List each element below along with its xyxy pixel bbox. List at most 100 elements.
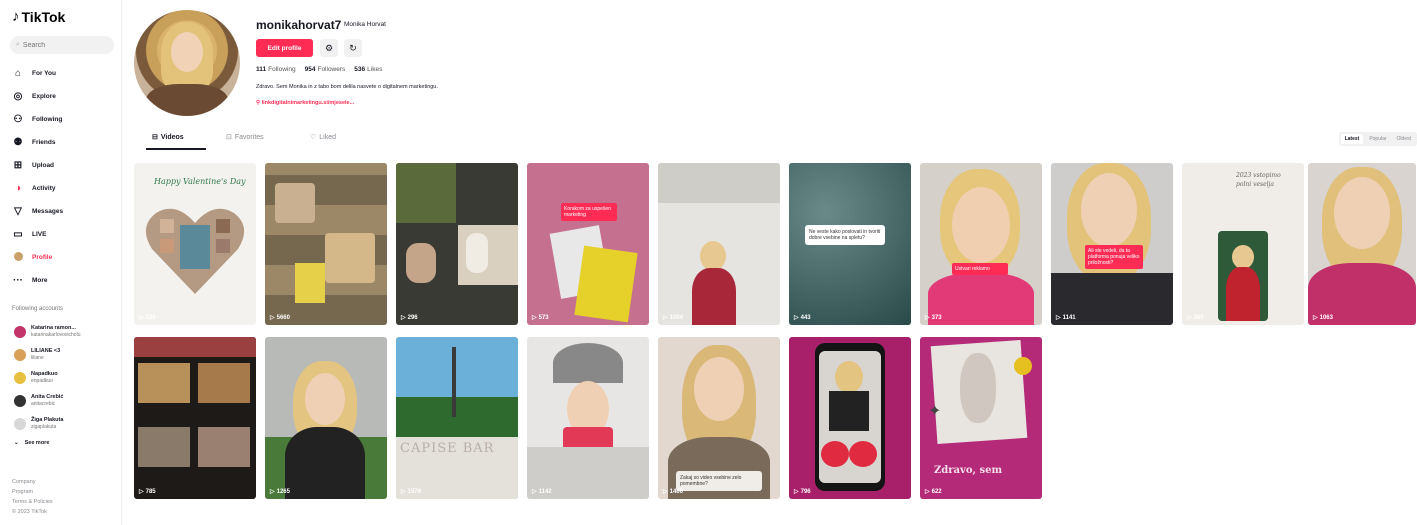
star-icon: ✦ xyxy=(928,403,942,420)
search-box[interactable]: ⌕ xyxy=(10,36,114,54)
footer-link-company[interactable]: Company xyxy=(12,477,53,487)
video-thumbnail[interactable]: Happy Valentine's Day ▷ 529 xyxy=(134,163,256,325)
nav-item-friends[interactable]: ⚉ Friends xyxy=(12,131,116,154)
profile-avatar xyxy=(134,10,240,116)
nav-item-upload[interactable]: ⊞ Upload xyxy=(12,154,116,177)
video-thumbnail[interactable]: ▷ 1265 xyxy=(265,337,387,499)
view-count: ▷ 1141 xyxy=(1056,314,1076,322)
nav-label: Activity xyxy=(32,185,56,192)
sidebar: ♪ TikTok ⌕ ⌂ For You ◎ Explore ⚇ Following … xyxy=(0,0,122,525)
account-handle: liliane xyxy=(31,354,44,361)
search-icon: ⌕ xyxy=(16,41,20,48)
following-icon: ⚇ xyxy=(13,114,23,125)
see-more-button[interactable]: ⌄ See more xyxy=(14,435,118,451)
heart-outline-icon: ♡ xyxy=(310,134,317,141)
video-thumbnail[interactable]: Ali ste vedeli, da ta platforma ponuja v… xyxy=(1051,163,1173,325)
view-count: ▷ 1579 xyxy=(401,488,421,496)
tab-videos[interactable]: ⊟ Videos xyxy=(152,133,184,142)
video-thumbnail[interactable]: ▷ 1063 xyxy=(1308,163,1416,325)
profile-link[interactable]: ⚲ linkdigitalnimarketingu.si/mjesele... xyxy=(256,100,354,106)
tab-favorites[interactable]: ⊡ Favorites xyxy=(226,133,264,142)
video-thumbnail[interactable]: ▷ 296 xyxy=(396,163,518,325)
following-account[interactable]: Anita Crebić anitacrebic xyxy=(14,389,118,412)
following-stat[interactable]: 111 Following xyxy=(256,66,296,73)
account-name: Anita Crebić xyxy=(31,393,64,400)
nav-label: Following xyxy=(32,116,63,123)
tiktok-logo[interactable]: ♪ TikTok xyxy=(12,8,65,25)
view-count: ▷ 5660 xyxy=(270,314,290,322)
account-name: Katarina ramon... xyxy=(31,324,76,331)
nav-label: Friends xyxy=(32,139,56,146)
tab-liked[interactable]: ♡ Liked xyxy=(310,133,337,142)
avatar xyxy=(14,394,26,407)
nav-item-live[interactable]: ▭ LIVE xyxy=(12,223,116,246)
home-icon: ⌂ xyxy=(14,68,22,79)
nav-item-activity[interactable]: ◑ Activity xyxy=(12,177,116,200)
video-thumbnail[interactable]: Ne veste kako poslovati in tvoriti dobre… xyxy=(789,163,911,325)
nav-item-explore[interactable]: ◎ Explore xyxy=(12,85,116,108)
logo-text: TikTok xyxy=(21,8,66,25)
share-icon[interactable]: ↻ xyxy=(344,39,362,57)
sort-latest[interactable]: Latest xyxy=(1340,134,1364,144)
avatar xyxy=(14,348,26,361)
video-thumbnail[interactable]: ▷ 785 xyxy=(134,337,256,499)
see-more-label: See more xyxy=(24,440,50,446)
following-account[interactable]: Napadkuo enpadkuo xyxy=(14,366,118,389)
following-accounts-list: Katarina ramon... katarinakarlovovicholu … xyxy=(14,320,118,451)
active-tab-indicator xyxy=(146,148,206,150)
play-icon: ▷ xyxy=(139,489,144,495)
followers-stat[interactable]: 954 Followers xyxy=(305,66,346,73)
nav-label: Explore xyxy=(32,93,56,100)
view-count: ▷ 373 xyxy=(925,314,942,322)
nav-label: More xyxy=(32,277,48,284)
video-thumbnail[interactable]: ▷ 1094 xyxy=(658,163,780,325)
nav-item-messages[interactable]: ▽ Messages xyxy=(12,200,116,223)
play-icon: ▷ xyxy=(532,315,537,321)
view-count: ▷ 1265 xyxy=(270,488,290,496)
nav-label: For You xyxy=(32,70,56,77)
play-icon: ▷ xyxy=(925,315,930,321)
nav-item-for-you[interactable]: ⌂ For You xyxy=(12,62,116,85)
video-thumbnail[interactable]: ▷ 5660 xyxy=(265,163,387,325)
nav-item-profile[interactable]: Profile xyxy=(12,246,116,269)
video-thumbnail[interactable]: ✦ Zdravo, sem ▷ 622 xyxy=(920,337,1042,499)
footer-link-program[interactable]: Program xyxy=(12,487,53,497)
sort-popular[interactable]: Popular xyxy=(1365,134,1390,144)
tab-label: Liked xyxy=(319,133,337,141)
video-thumbnail[interactable]: ▷ 796 xyxy=(789,337,911,499)
play-icon: ▷ xyxy=(663,315,668,321)
view-count: ▷ 443 xyxy=(794,314,811,322)
profile-tabs: ⊟ Videos ⊡ Favorites ♡ Liked Latest Popular… xyxy=(134,130,1417,150)
video-thumbnail[interactable]: 2023 vstopimo polni veselja ▷ 365 xyxy=(1182,163,1304,325)
grid-icon: ⊟ xyxy=(152,134,158,141)
likes-stat: 536 Likes xyxy=(354,66,383,73)
nav-item-more[interactable]: ··· More xyxy=(12,269,116,292)
video-thumbnail[interactable]: Korakom za uspešen marketing ▷ 573 xyxy=(527,163,649,325)
settings-icon[interactable]: ⚙ xyxy=(320,39,338,57)
view-count: ▷ 622 xyxy=(925,488,942,496)
video-caption: Korakom za uspešen marketing xyxy=(561,203,617,221)
messages-icon: ▽ xyxy=(14,206,22,217)
tab-label: Favorites xyxy=(234,133,264,141)
account-handle: katarinakarlovovicholu xyxy=(31,331,81,338)
play-icon: ▷ xyxy=(925,489,930,495)
video-thumbnail[interactable]: CAPISE BAR ▷ 1579 xyxy=(396,337,518,499)
video-thumbnail[interactable]: Ustvari reklamo ▷ 373 xyxy=(920,163,1042,325)
sort-oldest[interactable]: Oldest xyxy=(1393,134,1415,144)
video-thumbnail[interactable]: Zakaj so video vsebine zelo pomembne? ▷ 1… xyxy=(658,337,780,499)
nav-item-following[interactable]: ⚇ Following xyxy=(12,108,116,131)
play-icon: ▷ xyxy=(794,489,799,495)
following-account[interactable]: Katarina ramon... katarinakarlovovicholu xyxy=(14,320,118,343)
footer-link-terms[interactable]: Terms & Policies xyxy=(12,497,53,507)
edit-profile-button[interactable]: Edit profile xyxy=(256,39,313,57)
compass-icon: ◎ xyxy=(13,91,23,102)
view-count: ▷ 296 xyxy=(401,314,418,322)
search-input[interactable] xyxy=(22,41,93,49)
video-caption: Zakaj so video vsebine zelo pomembne? xyxy=(676,471,762,491)
sidebar-footer: Company Program Terms & Policies © 2023 … xyxy=(12,477,53,517)
video-thumbnail[interactable]: ▷ 1142 xyxy=(527,337,649,499)
play-icon: ▷ xyxy=(270,489,275,495)
profile-icon xyxy=(12,251,24,264)
following-account[interactable]: LILIANE <3 liliane xyxy=(14,343,118,366)
following-account[interactable]: Žiga Plakuta zigaplakuta xyxy=(14,412,118,435)
